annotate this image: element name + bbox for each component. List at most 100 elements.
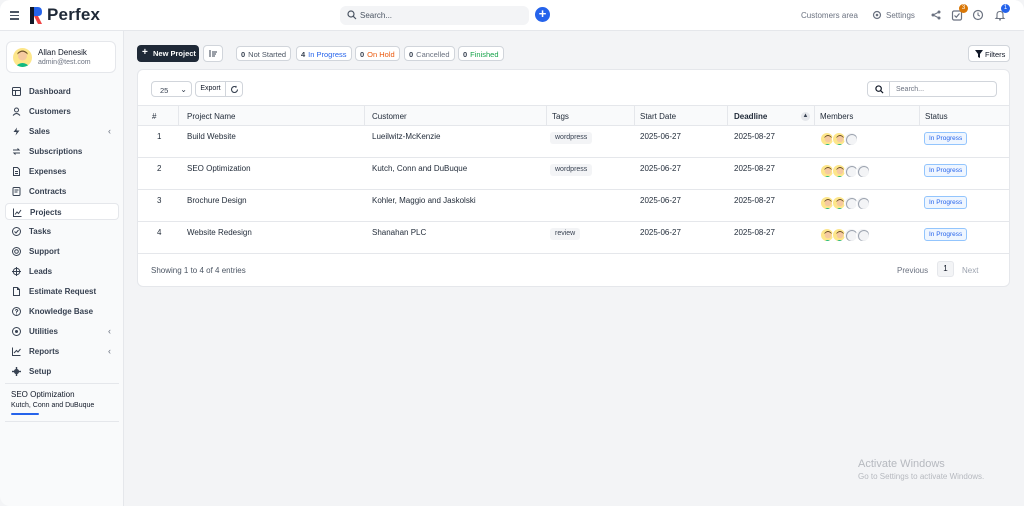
dashboard-icon: [12, 87, 21, 96]
table-row[interactable]: 3 Brochure Design Kohler, Maggio and Jasko…: [138, 190, 1009, 222]
sidebar-item-estimate-request[interactable]: Estimate Request: [5, 283, 119, 300]
menu-icon[interactable]: [10, 9, 20, 21]
share-icon[interactable]: [930, 9, 942, 21]
pagination-page-1[interactable]: 1: [937, 261, 954, 277]
customer-link[interactable]: Shanahan PLC: [372, 228, 426, 237]
activation-watermark-subtitle: Go to Settings to activate Windows.: [858, 472, 985, 481]
sidebar-item-expenses[interactable]: Expenses: [5, 163, 119, 180]
status-filter-label: Cancelled: [416, 50, 450, 59]
sidebar-item-setup[interactable]: Setup: [5, 363, 119, 380]
deadline-date: 2025-08-27: [734, 228, 775, 237]
global-search-input[interactable]: Search...: [340, 6, 529, 25]
document-icon: [13, 287, 20, 296]
project-name-link[interactable]: Brochure Design: [187, 196, 247, 205]
sidebar-item-utilities[interactable]: Utilities ‹: [5, 323, 119, 340]
column-header-status[interactable]: Status: [925, 112, 948, 121]
column-header-tags[interactable]: Tags: [552, 112, 569, 121]
project-name-link[interactable]: Build Website: [187, 132, 236, 141]
sidebar-item-knowledge-base[interactable]: Knowledge Base: [5, 303, 119, 320]
pinned-project-progress: [11, 413, 39, 415]
list-icon: [209, 50, 217, 57]
column-header-members[interactable]: Members: [820, 112, 853, 121]
customer-link[interactable]: Lueilwitz-McKenzie: [372, 132, 440, 141]
table-search-input[interactable]: Search...: [890, 81, 997, 97]
sidebar-item-subscriptions[interactable]: Subscriptions: [5, 143, 119, 160]
tag-badge: wordpress: [550, 164, 593, 176]
brand-name: Perfex: [47, 5, 101, 24]
table-row[interactable]: 1 Build Website Lueilwitz-McKenzie wordpres…: [138, 126, 1009, 158]
member-avatar[interactable]: [856, 196, 870, 210]
top-bar: Perfex Search... + Customers area Settin…: [0, 0, 1024, 31]
customer-link[interactable]: Kohler, Maggio and Jaskolski: [372, 196, 476, 205]
column-header-customer[interactable]: Customer: [372, 112, 407, 121]
filters-button[interactable]: Filters: [968, 45, 1010, 62]
summary-view-button[interactable]: [203, 45, 223, 62]
column-header-start-date[interactable]: Start Date: [640, 112, 676, 121]
new-project-button[interactable]: + New Project: [137, 45, 199, 62]
column-header-number[interactable]: #: [152, 112, 156, 121]
export-button[interactable]: Export: [195, 81, 226, 97]
reload-button[interactable]: [226, 81, 243, 97]
check-circle-icon: [12, 227, 21, 236]
avatar: [13, 48, 32, 67]
logo-icon: [30, 7, 42, 24]
sidebar-item-customers[interactable]: Customers: [5, 103, 119, 120]
sidebar-divider: [5, 421, 119, 422]
member-avatar[interactable]: [856, 164, 870, 178]
sidebar-item-label: Knowledge Base: [29, 307, 94, 316]
table-search-button[interactable]: [867, 81, 890, 97]
pinned-project-customer: Kutch, Conn and DuBuque: [11, 402, 95, 409]
sidebar-item-label: Expenses: [29, 167, 67, 176]
member-avatar[interactable]: [844, 132, 858, 146]
deadline-date: 2025-08-27: [734, 196, 775, 205]
project-name-link[interactable]: Website Redesign: [187, 228, 252, 237]
plus-icon: +: [142, 47, 148, 58]
customers-area-link[interactable]: Customers area: [801, 11, 858, 20]
status-badge: In Progress: [924, 164, 968, 177]
project-name-link[interactable]: SEO Optimization: [187, 164, 251, 173]
sidebar-item-reports[interactable]: Reports ‹: [5, 343, 119, 360]
status-filter-label: Finished: [470, 50, 499, 59]
customer-link[interactable]: Kutch, Conn and DuBuque: [372, 164, 467, 173]
sidebar-item-leads[interactable]: Leads: [5, 263, 119, 280]
status-filter-finished[interactable]: 0 Finished: [458, 46, 504, 61]
table-row[interactable]: 2 SEO Optimization Kutch, Conn and DuBuque…: [138, 158, 1009, 190]
chevron-left-icon: ‹: [108, 126, 111, 136]
pagination-next[interactable]: Next: [962, 266, 978, 275]
user-name: Allan Denesik: [38, 48, 87, 57]
sidebar-item-projects[interactable]: Projects: [5, 203, 119, 220]
sidebar-item-label: Estimate Request: [29, 287, 97, 296]
row-number: 1: [157, 132, 162, 141]
sidebar-item-contracts[interactable]: Contracts: [5, 183, 119, 200]
deadline-date: 2025-08-27: [734, 164, 775, 173]
status-filter-count: 0: [241, 50, 246, 59]
member-avatar[interactable]: [856, 228, 870, 242]
status-filter-on-hold[interactable]: 0 On Hold: [355, 46, 400, 61]
sidebar-item-dashboard[interactable]: Dashboard: [5, 83, 119, 100]
sidebar-item-support[interactable]: Support: [5, 243, 119, 260]
status-filter-cancelled[interactable]: 0 Cancelled: [404, 46, 455, 61]
page-length-select[interactable]: 25 ⌄: [151, 81, 192, 97]
user-profile-card[interactable]: Allan Denesik admin@test.com: [6, 41, 116, 73]
clock-icon[interactable]: [972, 9, 984, 21]
sidebar-item-tasks[interactable]: Tasks: [5, 223, 119, 240]
status-badge: In Progress: [924, 132, 968, 145]
filter-icon: [975, 50, 983, 58]
pagination-previous[interactable]: Previous: [897, 266, 928, 275]
pinned-project-title[interactable]: SEO Optimization: [11, 390, 75, 399]
user-icon: [12, 107, 21, 116]
sidebar-item-label: Setup: [29, 367, 52, 376]
quick-create-button[interactable]: +: [535, 7, 550, 22]
tag-badge: wordpress: [550, 132, 593, 144]
status-filter-in-progress[interactable]: 4 In Progress: [296, 46, 352, 61]
table-row[interactable]: 4 Website Redesign Shanahan PLC review 2025-…: [138, 222, 1009, 254]
column-header-project-name[interactable]: Project Name: [187, 112, 235, 121]
status-filter-not-started[interactable]: 0 Not Started: [236, 46, 292, 61]
gear-icon: [872, 10, 882, 20]
column-header-deadline[interactable]: Deadline: [734, 112, 767, 121]
sidebar-item-sales[interactable]: Sales ‹: [5, 123, 119, 140]
status-filter-label: In Progress: [308, 50, 347, 59]
sidebar-item-label: Utilities: [29, 327, 58, 336]
search-icon: [347, 10, 357, 20]
settings-link[interactable]: Settings: [886, 11, 915, 20]
